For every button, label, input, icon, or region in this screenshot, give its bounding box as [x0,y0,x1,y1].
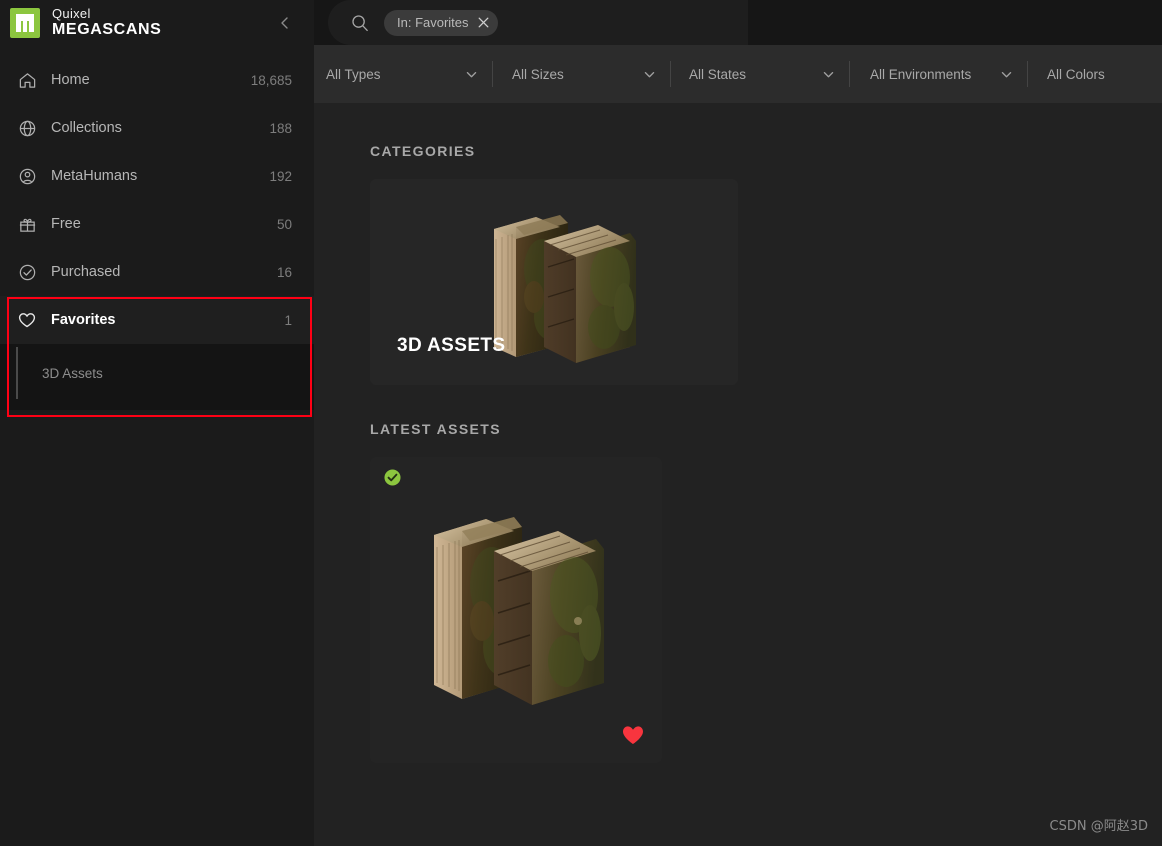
asset-card[interactable] [370,457,662,763]
user-circle-icon [14,163,40,189]
content-area: CATEGORIES 3D ASSETS LATEST ASSETS [314,103,1162,763]
search-scope-chip[interactable]: In: Favorites [384,9,498,36]
brand-header: Quixel MEGASCANS [0,0,314,45]
check-circle-icon [14,259,40,285]
antique-books-thumbnail [418,495,618,720]
filter-all-colors[interactable]: All Colors [1028,45,1119,103]
sidebar-item-label: Collections [51,120,122,136]
search-icon [350,13,370,33]
brand-megascans-label: MEGASCANS [52,21,162,38]
latest-assets-heading: LATEST ASSETS [370,421,501,437]
sidebar-item-count: 16 [276,264,292,280]
filter-all-states[interactable]: All States [671,45,849,103]
filter-all-types[interactable]: All Types [326,45,492,103]
sidebar-item-count: 18,685 [250,72,292,88]
sidebar-item-metahumans[interactable]: MetaHumans 192 [0,152,314,200]
check-circle-filled-icon [384,469,401,486]
sidebar-subitem-3d-assets[interactable]: 3D Assets [0,347,314,399]
home-icon [14,67,40,93]
filter-label: All Colors [1047,66,1105,82]
watermark: CSDN @阿赵3D [1049,819,1148,834]
chevron-down-icon [822,68,835,81]
sidebar-item-purchased[interactable]: Purchased 16 [0,248,314,296]
sidebar-item-count: 50 [276,216,292,232]
brand-text: Quixel MEGASCANS [52,7,161,38]
heart-filled-icon[interactable] [622,725,644,745]
megascans-m-logo-icon [10,7,40,38]
filter-all-environments[interactable]: All Environments [850,45,1027,103]
filter-label: All Types [326,66,381,82]
heart-outline-icon [14,307,40,333]
search-input[interactable]: In: Favorites [328,0,748,45]
gift-icon [14,211,40,237]
sidebar-nav: Home 18,685 Collections 188 MetaHumans 1… [0,56,314,410]
sidebar-item-home[interactable]: Home 18,685 [0,56,314,104]
search-scope-chip-label: In: Favorites [397,15,469,30]
sidebar-item-collections[interactable]: Collections 188 [0,104,314,152]
main-panel: In: Favorites All Types All Sizes All St… [314,0,1162,846]
filter-all-sizes[interactable]: All Sizes [493,45,670,103]
sidebar-item-count: 188 [269,120,292,136]
chevron-left-icon[interactable] [272,10,298,36]
sidebar-item-count: 1 [284,312,292,328]
filter-bar: All Types All Sizes All States All Envir… [314,45,1162,103]
chevron-down-icon [643,68,656,81]
close-x-icon[interactable] [478,17,489,28]
sidebar-item-label: MetaHumans [51,168,138,184]
chevron-down-icon [465,68,478,81]
sidebar-subitem-label: 3D Assets [42,365,103,381]
sidebar-item-label: Free [51,216,81,232]
sidebar-item-free[interactable]: Free 50 [0,200,314,248]
filter-label: All States [689,66,747,82]
sidebar-item-label: Home [51,72,90,88]
category-card-3d-assets[interactable]: 3D ASSETS [370,179,738,385]
sidebar-item-label: Favorites [51,312,116,328]
sidebar-item-label: Purchased [51,264,121,280]
category-card-title: 3D ASSETS [397,335,506,356]
filter-label: All Sizes [512,66,564,82]
chevron-down-icon [1000,68,1013,81]
sidebar-subnav: 3D Assets [0,344,314,410]
sidebar-item-favorites[interactable]: Favorites 1 [0,296,314,344]
brand-quixel-label: Quixel [52,6,91,21]
megascans-bridge-window: Quixel MEGASCANS Home 18,685 Collections… [0,0,1162,846]
sidebar: Quixel MEGASCANS Home 18,685 Collections… [0,0,314,846]
categories-heading: CATEGORIES [370,143,476,159]
globe-icon [14,115,40,141]
top-search-bar: In: Favorites [314,0,1162,45]
subnav-indent-bar [16,347,18,399]
sidebar-item-count: 192 [269,168,292,184]
filter-label: All Environments [870,66,972,82]
